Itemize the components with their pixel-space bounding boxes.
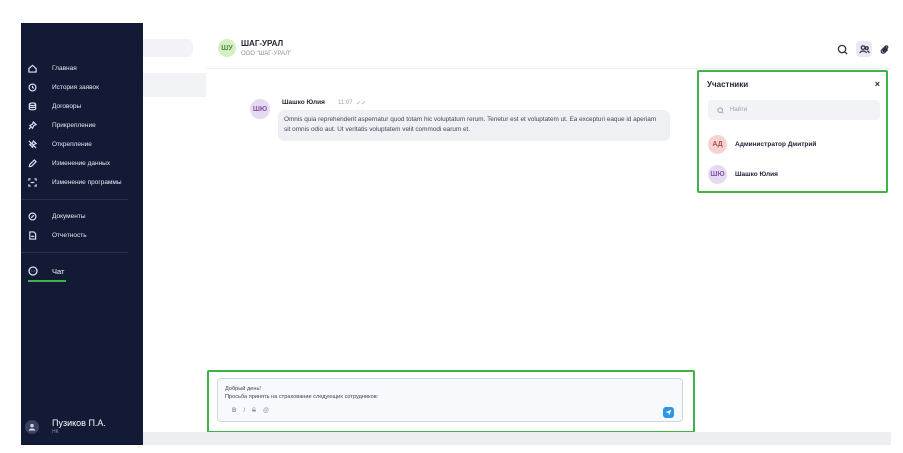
search-button[interactable] <box>834 41 850 57</box>
composer: Добрый день! Просьба принять на страхова… <box>207 370 695 433</box>
unpin-icon <box>27 139 38 150</box>
sidebar-item-history[interactable]: История заявок <box>27 80 99 94</box>
italic-button[interactable]: I <box>243 408 245 414</box>
attach-button[interactable]: @ <box>263 408 269 414</box>
close-participants-button[interactable]: × <box>875 79 880 89</box>
contracts-icon <box>27 101 38 112</box>
participant-avatar: ШЮ <box>708 164 727 184</box>
participant-name: Шашко Юлия <box>735 170 778 178</box>
sidebar-item-label: Изменение данных <box>52 159 111 167</box>
history-icon <box>27 82 38 93</box>
user-role: НК <box>52 429 59 435</box>
sidebar-item-label: Документы <box>52 212 86 220</box>
pin-icon <box>27 120 38 131</box>
chat-header: ШУ ШАГ-УРАЛ ООО "ШАГ-УРАЛ" × <box>206 23 891 69</box>
search-placeholder: Найти <box>730 107 748 113</box>
user-profile[interactable]: Пузиков П.А. НК <box>25 418 106 435</box>
sidebar-item-home[interactable]: Главная <box>27 61 77 75</box>
message-bubble: Omnis quia reprehenderit aspernatur quod… <box>278 110 670 141</box>
sidebar-item-change-program[interactable]: Изменение программы <box>27 175 122 189</box>
sidebar-item-change-data[interactable]: Изменение данных <box>27 156 110 170</box>
sidebar-item-label: История заявок <box>52 83 99 91</box>
sidebar-item-label: Отчетность <box>52 231 87 239</box>
chat-subtitle: ООО "ШАГ-УРАЛ" <box>241 51 292 57</box>
attachments-button[interactable] <box>876 41 891 57</box>
send-icon <box>665 409 672 416</box>
sidebar-item-detach[interactable]: Открепление <box>27 137 92 151</box>
message-input[interactable]: Добрый день! Просьба принять на страхова… <box>217 378 683 422</box>
participant-row[interactable]: АД Администратор Дмитрий <box>708 134 816 154</box>
edit-icon <box>27 158 38 169</box>
program-icon <box>27 177 38 188</box>
chat-icon <box>27 266 38 277</box>
users-icon <box>858 44 870 53</box>
active-indicator <box>28 280 66 282</box>
read-status-icon: ✓✓ <box>356 101 367 107</box>
sidebar-item-label: Чат <box>52 266 65 276</box>
sidebar-item-label: Главная <box>52 64 77 72</box>
participants-button[interactable] <box>856 41 872 57</box>
documents-icon <box>27 211 38 222</box>
chat-list <box>143 23 206 445</box>
participants-title: Участники <box>707 80 749 89</box>
search-icon <box>717 106 724 114</box>
chat-list-search[interactable] <box>143 39 193 57</box>
sidebar-item-label: Изменение программы <box>52 178 122 186</box>
chat-avatar: ШУ <box>218 39 236 57</box>
sidebar-item-label: Договоры <box>52 102 82 110</box>
bottom-gutter <box>143 432 891 445</box>
sidebar-divider <box>21 199 128 200</box>
app-window: Главная История заявок Договоры Прикрепл… <box>21 23 891 445</box>
sidebar-item-attach[interactable]: Прикрепление <box>27 118 96 132</box>
send-button[interactable] <box>663 407 674 418</box>
message-time: 11:07 <box>338 100 353 106</box>
sidebar-item-label: Прикрепление <box>52 121 96 129</box>
chat-list-item[interactable] <box>143 73 206 97</box>
sidebar-item-chat[interactable]: Чат <box>27 264 64 278</box>
sidebar-item-documents[interactable]: Документы <box>27 209 86 223</box>
home-icon <box>27 63 38 74</box>
participants-search-input[interactable]: Найти <box>708 100 880 120</box>
participant-name: Администратор Дмитрий <box>735 140 817 148</box>
user-icon <box>28 423 36 431</box>
message-input-text: Добрый день! Просьба принять на страхова… <box>225 386 379 400</box>
sidebar-item-label: Открепление <box>52 140 92 148</box>
reports-icon <box>27 230 38 241</box>
chat-title: ШАГ-УРАЛ <box>241 39 284 48</box>
user-name: Пузиков П.А. <box>52 418 106 428</box>
message-avatar: ШЮ <box>250 99 270 119</box>
paperclip-icon <box>880 44 888 54</box>
sidebar: Главная История заявок Договоры Прикрепл… <box>21 23 143 445</box>
bold-button[interactable]: B <box>232 408 236 414</box>
sidebar-item-reports[interactable]: Отчетность <box>27 228 87 242</box>
avatar <box>25 419 39 434</box>
strike-button[interactable]: S <box>252 408 256 414</box>
participant-avatar: АД <box>708 134 727 154</box>
participants-panel: Участники × Найти АД Администратор Дмитр… <box>697 70 888 193</box>
message-author: Шашко Юлия <box>282 99 325 106</box>
sidebar-divider <box>21 252 128 253</box>
sidebar-item-contracts[interactable]: Договоры <box>27 99 81 113</box>
participant-row[interactable]: ШЮ Шашко Юлия <box>708 164 778 184</box>
format-toolbar: B I S @ <box>232 408 269 414</box>
search-icon <box>837 44 848 55</box>
